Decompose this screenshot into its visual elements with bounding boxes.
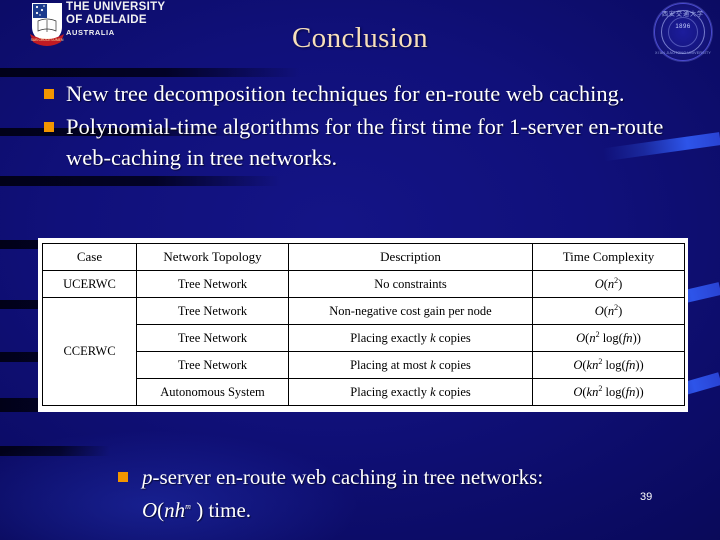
table-cell-description: Non-negative cost gain per node xyxy=(288,297,533,325)
bullet-marker-icon xyxy=(44,89,54,99)
bullet-item-2-text: Polynomial-time algorithms for the first… xyxy=(66,114,664,170)
bullet-item-1: New tree decomposition techniques for en… xyxy=(42,78,694,109)
page-number: 39 xyxy=(640,491,653,503)
table-cell-topology: Tree Network xyxy=(136,351,289,379)
table-header-topology: Network Topology xyxy=(136,243,289,271)
table-cell-description: Placing exactly k copies xyxy=(288,324,533,352)
table-body: UCERWC Tree Network No constraints O(n2) CCE… xyxy=(42,270,685,406)
table-row: UCERWC Tree Network No constraints O(n2) xyxy=(42,270,685,298)
table-cell-topology: Autonomous System xyxy=(136,378,289,406)
bullet-item-2: Polynomial-time algorithms for the first… xyxy=(42,111,694,173)
table-cell-complexity: O(kn2 log(fn)) xyxy=(532,351,685,379)
decor-band-8 xyxy=(0,446,110,456)
table-cell-complexity: O(n2) xyxy=(532,270,685,298)
table-cell-topology: Tree Network xyxy=(136,270,289,298)
table-cell-topology: Tree Network xyxy=(136,324,289,352)
bullet-list: New tree decomposition techniques for en… xyxy=(42,78,694,173)
university-line1: THE UNIVERSITY xyxy=(66,1,166,13)
table-row: Tree Network Placing at most k copies O(kn… xyxy=(43,351,685,379)
footer-bullet-line1: p-server en-route web caching in tree ne… xyxy=(142,465,544,489)
decor-band-1 xyxy=(0,68,300,77)
table-row: Tree Network Placing exactly k copies O(n2… xyxy=(43,324,685,352)
table-cell-description: Placing exactly k copies xyxy=(288,378,533,406)
table-header-case: Case xyxy=(42,243,137,271)
table-cell-complexity: O(kn2 log(fn)) xyxy=(532,378,685,406)
table-cell-case: CCERWC xyxy=(42,297,137,406)
table-cell-topology: Tree Network xyxy=(136,297,289,325)
bullet-marker-icon xyxy=(44,122,54,132)
table-cell-description: Placing at most k copies xyxy=(288,351,533,379)
bullet-marker-icon xyxy=(118,472,128,482)
table-header-row: Case Network Topology Description Time C… xyxy=(42,243,685,271)
bullet-item-1-text: New tree decomposition techniques for en… xyxy=(66,81,625,106)
table-row: CCERWC Tree Network Non-negative cost gain… xyxy=(42,297,685,406)
table-cell-case: UCERWC xyxy=(42,270,137,298)
footer-bullet-line2: O(nhm ) time. xyxy=(142,498,252,522)
table-cell-complexity: O(n2) xyxy=(532,297,685,325)
table-cell-description: No constraints xyxy=(288,270,533,298)
results-table: Case Network Topology Description Time C… xyxy=(42,243,685,406)
seal-chinese-text: 西安交通大学 xyxy=(661,12,704,18)
table-header-complexity: Time Complexity xyxy=(532,243,685,271)
results-table-container: Case Network Topology Description Time C… xyxy=(38,238,688,412)
table-row: Autonomous System Placing exactly k copie… xyxy=(43,378,685,406)
table-header-description: Description xyxy=(288,243,533,271)
table-cell-complexity: O(n2 log(fn)) xyxy=(532,324,685,352)
footer-bullet-item: p-server en-route web caching in tree ne… xyxy=(118,462,702,525)
decor-band-3 xyxy=(0,176,280,186)
presentation-slide: SUB CRUCE LUMEN THE UNIVERSITY OF ADELAI… xyxy=(0,0,720,540)
page-title: Conclusion xyxy=(291,22,429,54)
